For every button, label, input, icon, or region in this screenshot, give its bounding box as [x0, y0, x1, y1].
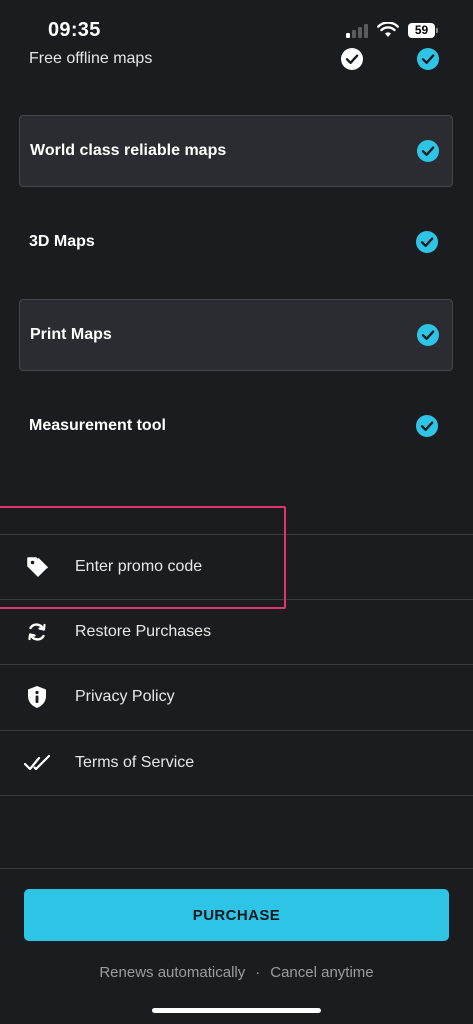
check-icon — [417, 324, 439, 346]
free-offline-maps-row: Free offline maps — [29, 48, 449, 70]
privacy-policy-button[interactable]: Privacy Policy — [0, 665, 473, 729]
check-icon — [416, 231, 438, 253]
feature-label: Print Maps — [30, 326, 112, 343]
menu-label: Terms of Service — [75, 754, 195, 771]
restore-purchases-button[interactable]: Restore Purchases — [0, 600, 473, 664]
renews-automatically-text: Renews automatically — [99, 964, 246, 981]
status-time: 09:35 — [48, 19, 101, 41]
cellular-signal-icon — [346, 24, 370, 38]
feature-label: 3D Maps — [29, 233, 95, 250]
feature-row-world-class-maps: World class reliable maps — [19, 115, 453, 187]
renewal-note: Renews automatically · Cancel anytime — [0, 964, 473, 981]
battery-level: 59 — [414, 23, 429, 37]
battery-icon: 59 — [408, 23, 438, 38]
double-check-icon — [24, 754, 50, 771]
feature-label: Measurement tool — [29, 417, 166, 434]
feature-label: World class reliable maps — [30, 142, 227, 159]
refresh-icon — [28, 623, 46, 641]
home-indicator[interactable] — [152, 1008, 321, 1013]
promo-code-highlight-box — [0, 506, 286, 609]
purchase-button[interactable]: PURCHASE — [24, 889, 449, 941]
bottom-divider — [0, 868, 473, 869]
check-icon — [416, 415, 438, 437]
free-offline-maps-label: Free offline maps — [29, 50, 153, 67]
feature-row-3d-maps: 3D Maps — [19, 207, 453, 279]
free-tier-check-icon — [341, 48, 363, 70]
feature-row-print-maps: Print Maps — [19, 299, 453, 371]
check-icon — [417, 140, 439, 162]
terms-of-service-button[interactable]: Terms of Service — [0, 731, 473, 795]
feature-row-measurement-tool: Measurement tool — [19, 391, 453, 463]
wifi-icon — [377, 22, 399, 37]
menu-label: Restore Purchases — [75, 623, 212, 640]
divider — [0, 795, 473, 796]
cancel-anytime-text: Cancel anytime — [270, 964, 374, 981]
menu-label: Privacy Policy — [75, 688, 175, 705]
premium-tier-check-icon — [417, 48, 439, 70]
shield-info-icon — [28, 686, 46, 708]
status-bar: 09:35 59 — [0, 0, 473, 50]
separator-dot: · — [255, 964, 261, 981]
